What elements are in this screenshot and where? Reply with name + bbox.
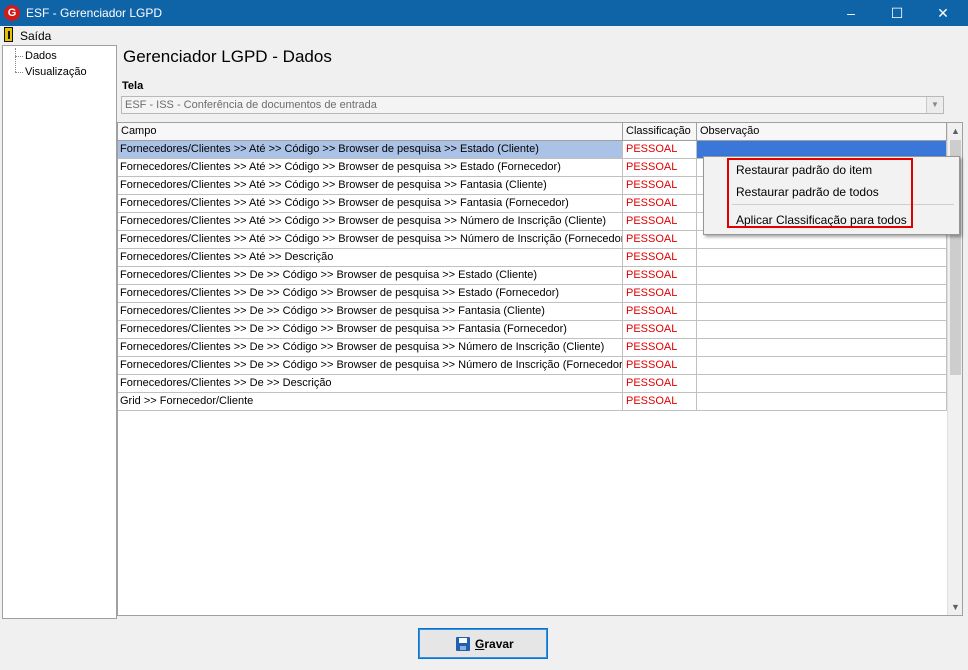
cell-campo[interactable]: Fornecedores/Clientes >> De >> Descrição [118,375,623,393]
cell-observacao[interactable] [697,321,947,339]
cell-campo[interactable]: Fornecedores/Clientes >> De >> Código >>… [118,267,623,285]
cell-classificacao[interactable]: PESSOAL [623,141,697,159]
cell-campo[interactable]: Grid >> Fornecedor/Cliente [118,393,623,411]
tela-combo[interactable]: ESF - ISS - Conferência de documentos de… [121,96,944,114]
sidebar-item-dados[interactable]: Dados [25,50,57,62]
table-row[interactable]: Fornecedores/Clientes >> De >> Código >>… [118,285,947,303]
table-row[interactable]: Fornecedores/Clientes >> De >> Código >>… [118,303,947,321]
cell-campo[interactable]: Fornecedores/Clientes >> De >> Código >>… [118,357,623,375]
maximize-button[interactable]: ☐ [874,0,920,26]
cell-classificacao[interactable]: PESSOAL [623,231,697,249]
save-button[interactable]: Gravar [418,628,548,659]
cell-campo[interactable]: Fornecedores/Clientes >> Até >> Código >… [118,177,623,195]
table-row[interactable]: Fornecedores/Clientes >> De >> Código >>… [118,357,947,375]
cell-classificacao[interactable]: PESSOAL [623,321,697,339]
cell-campo[interactable]: Fornecedores/Clientes >> Até >> Código >… [118,213,623,231]
cell-classificacao[interactable]: PESSOAL [623,303,697,321]
tree-connector [15,72,23,73]
cell-observacao[interactable] [697,249,947,267]
cell-observacao[interactable] [697,357,947,375]
table-row[interactable]: Fornecedores/Clientes >> De >> Código >>… [118,267,947,285]
cell-campo[interactable]: Fornecedores/Clientes >> De >> Código >>… [118,285,623,303]
table-row[interactable]: Fornecedores/Clientes >> Até >> Descriçã… [118,249,947,267]
highlight-box [727,158,913,228]
sidebar-tree: Dados Visualização [2,45,117,619]
cell-observacao[interactable] [697,393,947,411]
tree-connector [15,48,16,72]
cell-classificacao[interactable]: PESSOAL [623,285,697,303]
cell-observacao[interactable] [697,267,947,285]
close-button[interactable]: ✕ [920,0,966,26]
scroll-down-arrow-icon[interactable]: ▼ [948,599,962,615]
column-header-observacao[interactable]: Observação [697,123,947,140]
grid-header: Campo Classificação Observação [118,123,947,141]
exit-door-icon [4,27,13,42]
cell-observacao[interactable] [697,303,947,321]
table-row[interactable]: Grid >> Fornecedor/Cliente PESSOAL [118,393,947,411]
table-row[interactable]: Fornecedores/Clientes >> De >> Descrição… [118,375,947,393]
cell-classificacao[interactable]: PESSOAL [623,357,697,375]
page-title: Gerenciador LGPD - Dados [123,47,332,66]
cell-classificacao[interactable]: PESSOAL [623,267,697,285]
save-button-label: Gravar [475,637,514,651]
cell-observacao[interactable] [697,339,947,357]
table-row[interactable]: Fornecedores/Clientes >> De >> Código >>… [118,339,947,357]
cell-campo[interactable]: Fornecedores/Clientes >> Até >> Código >… [118,159,623,177]
tela-label: Tela [122,80,144,92]
cell-campo[interactable]: Fornecedores/Clientes >> De >> Código >>… [118,303,623,321]
window-titlebar: G ESF - Gerenciador LGPD – ☐ ✕ [0,0,968,26]
cell-classificacao[interactable]: PESSOAL [623,213,697,231]
table-row[interactable]: Fornecedores/Clientes >> De >> Código >>… [118,321,947,339]
minimize-button[interactable]: – [828,0,874,26]
scroll-up-arrow-icon[interactable]: ▲ [948,123,962,139]
cell-classificacao[interactable]: PESSOAL [623,393,697,411]
cell-classificacao[interactable]: PESSOAL [623,249,697,267]
menu-exit-label: Saída [20,29,52,43]
column-header-classificacao[interactable]: Classificação [623,123,697,140]
cell-observacao[interactable] [697,285,947,303]
esf-logo-icon: G [4,5,20,21]
tela-combo-value: ESF - ISS - Conferência de documentos de… [125,99,377,111]
cell-campo[interactable]: Fornecedores/Clientes >> Até >> Código >… [118,141,623,159]
cell-classificacao[interactable]: PESSOAL [623,195,697,213]
cell-campo[interactable]: Fornecedores/Clientes >> De >> Código >>… [118,339,623,357]
cell-campo[interactable]: Fornecedores/Clientes >> De >> Código >>… [118,321,623,339]
cell-campo[interactable]: Fornecedores/Clientes >> Até >> Descriçã… [118,249,623,267]
cell-campo[interactable]: Fornecedores/Clientes >> Até >> Código >… [118,231,623,249]
window-title: ESF - Gerenciador LGPD [26,6,163,20]
cell-observacao[interactable] [697,375,947,393]
cell-classificacao[interactable]: PESSOAL [623,159,697,177]
cell-classificacao[interactable]: PESSOAL [623,375,697,393]
cell-classificacao[interactable]: PESSOAL [623,177,697,195]
floppy-disk-icon [456,637,470,651]
menu-bar: Saída [0,26,968,45]
cell-classificacao[interactable]: PESSOAL [623,339,697,357]
chevron-down-icon[interactable]: ▼ [926,97,943,113]
cell-campo[interactable]: Fornecedores/Clientes >> Até >> Código >… [118,195,623,213]
column-header-campo[interactable]: Campo [118,123,623,140]
tree-connector [15,56,23,57]
sidebar-item-visualizacao[interactable]: Visualização [25,66,87,78]
